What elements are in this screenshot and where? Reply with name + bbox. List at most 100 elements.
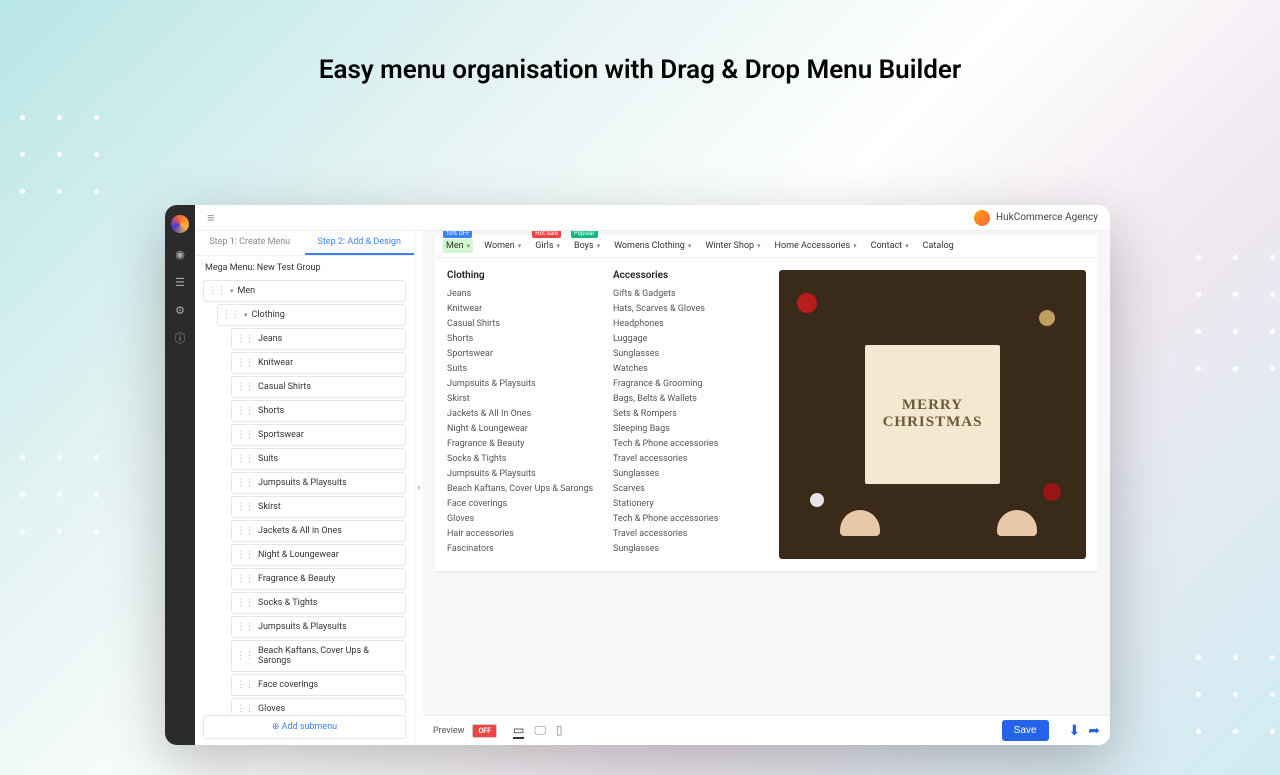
- drag-handle-icon[interactable]: ⋮⋮: [236, 454, 254, 464]
- mega-link[interactable]: Sleeping Bags: [613, 424, 763, 434]
- mega-link[interactable]: Tech & Phone accessories: [613, 439, 763, 449]
- nav-women[interactable]: Women▾: [481, 239, 524, 253]
- tree-item[interactable]: ⋮⋮Jumpsuits & Playsuits: [231, 472, 406, 494]
- mega-link[interactable]: Jumpsuits & Playsuits: [447, 379, 597, 389]
- tab-step1[interactable]: Step 1: Create Menu: [195, 231, 305, 255]
- tree-item[interactable]: ⋮⋮Casual Shirts: [231, 376, 406, 398]
- hamburger-icon[interactable]: ≡: [207, 210, 215, 226]
- mega-link[interactable]: Knitwear: [447, 304, 597, 314]
- mega-link[interactable]: Sunglasses: [613, 349, 763, 359]
- tree-item[interactable]: ⋮⋮Fragrance & Beauty: [231, 568, 406, 590]
- mega-link[interactable]: Night & Loungewear: [447, 424, 597, 434]
- save-button[interactable]: Save: [1002, 720, 1049, 741]
- gear-icon[interactable]: ⚙: [173, 303, 187, 317]
- tablet-icon[interactable]: ▭: [513, 723, 524, 739]
- nav-men[interactable]: 10% OFF Men▾: [443, 239, 473, 253]
- mega-link[interactable]: Stationery: [613, 499, 763, 509]
- mega-link[interactable]: Watches: [613, 364, 763, 374]
- mega-link[interactable]: Luggage: [613, 334, 763, 344]
- drag-handle-icon[interactable]: ⋮⋮: [236, 622, 254, 632]
- tree-item[interactable]: ⋮⋮Face coverings: [231, 674, 406, 696]
- drag-handle-icon[interactable]: ⋮⋮: [236, 334, 254, 344]
- caret-icon[interactable]: ▾: [230, 287, 234, 295]
- mega-link[interactable]: Sunglasses: [613, 544, 763, 554]
- tree-item[interactable]: ⋮⋮Sportswear: [231, 424, 406, 446]
- mega-link[interactable]: Hats, Scarves & Gloves: [613, 304, 763, 314]
- mega-link[interactable]: Suits: [447, 364, 597, 374]
- mega-link[interactable]: Scarves: [613, 484, 763, 494]
- mega-link[interactable]: Headphones: [613, 319, 763, 329]
- tree-item[interactable]: ⋮⋮Jackets & All in Ones: [231, 520, 406, 542]
- drag-handle-icon[interactable]: ⋮⋮: [236, 478, 254, 488]
- tree-item[interactable]: ⋮⋮Beach Kaftans, Cover Ups & Sarongs: [231, 640, 406, 672]
- tree-item[interactable]: ⋮⋮Skirst: [231, 496, 406, 518]
- tree-item-men[interactable]: ⋮⋮ ▾ Men: [203, 280, 406, 302]
- caret-icon[interactable]: ▾: [244, 311, 248, 319]
- pane-divider[interactable]: ‹: [415, 231, 423, 745]
- nav-home-accessories[interactable]: Home Accessories▾: [772, 239, 860, 253]
- mobile-icon[interactable]: ▯: [556, 723, 563, 739]
- drag-handle-icon[interactable]: ⋮⋮: [208, 286, 226, 296]
- drag-handle-icon[interactable]: ⋮⋮: [236, 550, 254, 560]
- info-icon[interactable]: ⓘ: [173, 331, 187, 345]
- tab-step2[interactable]: Step 2: Add & Design: [305, 231, 415, 255]
- mega-link[interactable]: Fragrance & Beauty: [447, 439, 597, 449]
- drag-handle-icon[interactable]: ⋮⋮: [236, 502, 254, 512]
- mega-link[interactable]: Sets & Rompers: [613, 409, 763, 419]
- mega-link[interactable]: Jackets & All In Ones: [447, 409, 597, 419]
- drag-handle-icon[interactable]: ⋮⋮: [236, 598, 254, 608]
- mega-link[interactable]: Socks & Tights: [447, 454, 597, 464]
- export-icon[interactable]: ➦: [1088, 723, 1100, 739]
- tree-item[interactable]: ⋮⋮Gloves: [231, 698, 406, 713]
- mega-link[interactable]: Gloves: [447, 514, 597, 524]
- tree-item[interactable]: ⋮⋮Jumpsuits & Playsuits: [231, 616, 406, 638]
- nav-womens-clothing[interactable]: Womens Clothing▾: [611, 239, 694, 253]
- desktop-icon[interactable]: 🖵: [534, 723, 546, 739]
- tree-item[interactable]: ⋮⋮Suits: [231, 448, 406, 470]
- mega-link[interactable]: Travel accessories: [613, 454, 763, 464]
- preview-toggle[interactable]: OFF: [472, 724, 497, 738]
- nav-contact[interactable]: Contact▾: [868, 239, 912, 253]
- import-icon[interactable]: ⬇: [1069, 723, 1081, 739]
- drag-handle-icon[interactable]: ⋮⋮: [236, 382, 254, 392]
- user-badge[interactable]: HukCommerce Agency: [974, 210, 1098, 226]
- mega-link[interactable]: Sunglasses: [613, 469, 763, 479]
- add-submenu-button[interactable]: ⊕ Add submenu: [203, 715, 406, 739]
- drag-handle-icon[interactable]: ⋮⋮: [236, 574, 254, 584]
- mega-link[interactable]: Hair accessories: [447, 529, 597, 539]
- mega-link[interactable]: Face coverings: [447, 499, 597, 509]
- mega-link[interactable]: Jumpsuits & Playsuits: [447, 469, 597, 479]
- nav-winter-shop[interactable]: Winter Shop▾: [702, 239, 763, 253]
- tree-item[interactable]: ⋮⋮Knitwear: [231, 352, 406, 374]
- nav-girls[interactable]: Hot Sale Girls▾: [532, 239, 563, 253]
- mega-link[interactable]: Casual Shirts: [447, 319, 597, 329]
- mega-link[interactable]: Travel accessories: [613, 529, 763, 539]
- layers-icon[interactable]: ☰: [173, 275, 187, 289]
- mega-link[interactable]: Jeans: [447, 289, 597, 299]
- drag-handle-icon[interactable]: ⋮⋮: [236, 651, 254, 661]
- tree-item[interactable]: ⋮⋮Jeans: [231, 328, 406, 350]
- drag-handle-icon[interactable]: ⋮⋮: [236, 526, 254, 536]
- tree-item[interactable]: ⋮⋮Shorts: [231, 400, 406, 422]
- tree-item[interactable]: ⋮⋮Socks & Tights: [231, 592, 406, 614]
- mega-link[interactable]: Beach Kaftans, Cover Ups & Sarongs: [447, 484, 597, 494]
- tree-item-clothing[interactable]: ⋮⋮ ▾ Clothing: [217, 304, 406, 326]
- dashboard-icon[interactable]: ◉: [173, 247, 187, 261]
- mega-link[interactable]: Skirst: [447, 394, 597, 404]
- mega-link[interactable]: Sportswear: [447, 349, 597, 359]
- mega-link[interactable]: Bags, Belts & Wallets: [613, 394, 763, 404]
- drag-handle-icon[interactable]: ⋮⋮: [222, 310, 240, 320]
- mega-link[interactable]: Fragrance & Grooming: [613, 379, 763, 389]
- nav-boys[interactable]: Popular Boys▾: [571, 239, 603, 253]
- mega-link[interactable]: Gifts & Gadgets: [613, 289, 763, 299]
- tree-item[interactable]: ⋮⋮Night & Loungewear: [231, 544, 406, 566]
- drag-handle-icon[interactable]: ⋮⋮: [236, 704, 254, 713]
- nav-catalog[interactable]: Catalog: [920, 239, 957, 253]
- drag-handle-icon[interactable]: ⋮⋮: [236, 680, 254, 690]
- mega-link[interactable]: Fascinators: [447, 544, 597, 554]
- drag-handle-icon[interactable]: ⋮⋮: [236, 358, 254, 368]
- mega-link[interactable]: Tech & Phone accessories: [613, 514, 763, 524]
- drag-handle-icon[interactable]: ⋮⋮: [236, 430, 254, 440]
- mega-link[interactable]: Shorts: [447, 334, 597, 344]
- drag-handle-icon[interactable]: ⋮⋮: [236, 406, 254, 416]
